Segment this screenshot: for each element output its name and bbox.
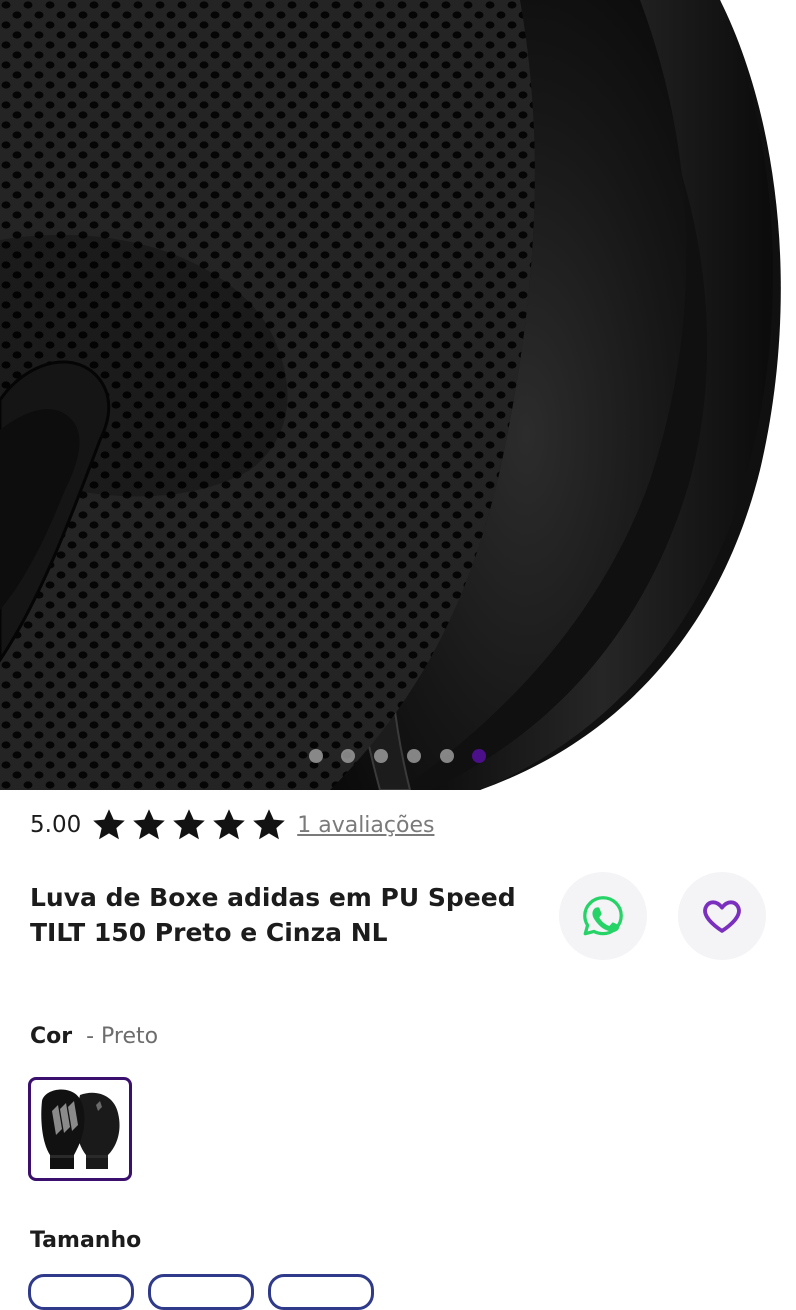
color-swatch-preto[interactable] <box>28 1077 132 1181</box>
color-label: Cor <box>30 1024 73 1049</box>
whatsapp-share-button[interactable] <box>559 872 647 960</box>
color-selector-header: Cor - Preto <box>30 1024 158 1049</box>
glove-thumbnail <box>41 1089 120 1169</box>
color-selected-value: - Preto <box>86 1024 159 1049</box>
gallery-dot-2[interactable] <box>341 749 355 763</box>
gallery-dot-1[interactable] <box>309 749 323 763</box>
product-image-gallery[interactable] <box>0 0 796 790</box>
rating-stars <box>91 807 291 843</box>
star-icon <box>213 809 245 840</box>
size-option-1[interactable] <box>28 1274 134 1310</box>
star-icon <box>93 809 125 840</box>
star-icon <box>173 809 205 840</box>
size-option-2[interactable] <box>148 1274 254 1310</box>
gallery-pagination <box>0 748 796 764</box>
rating-value: 5.00 <box>30 812 82 838</box>
size-label: Tamanho <box>30 1228 142 1253</box>
gallery-dot-4[interactable] <box>407 749 421 763</box>
rating-row: 5.00 1 avaliações <box>30 803 434 847</box>
gallery-dot-3[interactable] <box>374 749 388 763</box>
gallery-dot-6-active[interactable] <box>472 749 486 763</box>
favorite-button[interactable] <box>678 872 766 960</box>
size-option-3[interactable] <box>268 1274 374 1310</box>
star-icon <box>253 809 285 840</box>
product-title: Luva de Boxe adidas em PU Speed TILT 150… <box>30 883 516 947</box>
gallery-dot-5[interactable] <box>440 749 454 763</box>
star-icon <box>133 809 165 840</box>
heart-icon <box>703 900 741 933</box>
whatsapp-icon <box>583 896 623 936</box>
reviews-link[interactable]: 1 avaliações <box>297 813 434 838</box>
product-image <box>0 0 796 790</box>
